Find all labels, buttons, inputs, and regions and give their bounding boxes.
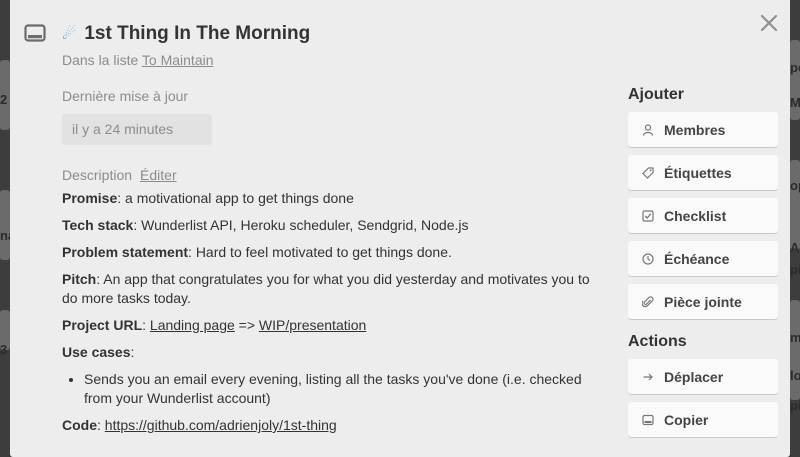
rocket-icon: ☄ <box>62 26 77 43</box>
attachment-label: Pièce jointe <box>664 293 742 310</box>
due-date-button[interactable]: Échéance <box>628 241 778 276</box>
card-icon <box>24 24 46 42</box>
bg-text: pi <box>790 398 800 413</box>
problem-label: Problem statement <box>62 244 189 260</box>
presentation-link[interactable]: WIP/presentation <box>259 317 366 333</box>
bg-text: 3 <box>0 342 8 357</box>
actions-section-title: Actions <box>628 333 687 350</box>
checklist-button[interactable]: Checklist <box>628 198 778 233</box>
promise-line: Promise: a motivational app to get thing… <box>62 189 602 208</box>
landing-page-link[interactable]: Landing page <box>150 317 235 333</box>
labels-label: Étiquettes <box>664 164 732 181</box>
list-item: Sends you an email every evening, listin… <box>84 370 602 408</box>
copy-label: Copier <box>664 411 709 428</box>
bg-text: pi <box>790 262 800 277</box>
members-label: Membres <box>664 121 726 138</box>
members-button[interactable]: Membres <box>628 112 778 147</box>
description-header: Description Éditer <box>62 167 602 183</box>
arrow-right-icon <box>640 371 656 383</box>
description-label: Description <box>62 167 133 183</box>
card-icon <box>640 414 656 426</box>
user-icon <box>640 123 656 136</box>
clock-icon <box>640 252 656 265</box>
use-cases-list: Sends you an email every evening, listin… <box>84 370 602 408</box>
url-arrow: => <box>234 317 259 333</box>
due-date-label: Échéance <box>664 250 730 267</box>
in-list-prefix: Dans la liste <box>62 52 139 68</box>
paperclip-icon <box>640 295 656 308</box>
promise-text: : a motivational app to get things done <box>117 190 354 206</box>
bg-text: 2 <box>0 92 8 107</box>
usecases-label: Use cases <box>62 344 131 360</box>
close-icon[interactable] <box>758 12 780 34</box>
pitch-line: Pitch: An app that congratulates you for… <box>62 270 602 308</box>
bg-card <box>790 160 800 250</box>
url-sep: : <box>142 317 150 333</box>
bg-text: op <box>790 178 800 193</box>
labels-button[interactable]: Étiquettes <box>628 155 778 190</box>
problem-text: : Hard to feel motivated to get things d… <box>188 244 452 260</box>
url-label: Project URL <box>62 317 143 333</box>
use-cases-heading: Use cases: <box>62 343 602 362</box>
pitch-text: : An app that congratulates you for what… <box>62 271 590 306</box>
card-main: Dernière mise à jour il y a 24 minutes D… <box>62 88 602 443</box>
tech-line: Tech stack: Wunderlist API, Heroku sched… <box>62 216 602 235</box>
add-section-title: Ajouter <box>628 86 684 103</box>
tech-text: : Wunderlist API, Heroku scheduler, Send… <box>133 217 469 233</box>
list-link[interactable]: To Maintain <box>142 52 214 68</box>
copy-button[interactable]: Copier <box>628 402 778 437</box>
checklist-label: Checklist <box>664 207 727 224</box>
tag-icon <box>640 166 656 179</box>
updated-label: Dernière mise à jour <box>62 88 189 104</box>
usecases-colon: : <box>130 344 135 360</box>
github-link[interactable]: https://github.com/adrienjoly/1st-thing <box>105 417 337 433</box>
card-title[interactable]: 1st Thing In The Morning <box>84 23 310 45</box>
code-label: Code <box>62 417 97 433</box>
bg-text: M <box>790 95 800 110</box>
move-label: Déplacer <box>664 368 724 385</box>
bg-text: m <box>790 330 800 345</box>
problem-line: Problem statement: Hard to feel motivate… <box>62 243 602 262</box>
tech-label: Tech stack <box>62 217 134 233</box>
bg-card <box>790 300 800 400</box>
pitch-label: Pitch <box>62 271 97 287</box>
bg-text: lo <box>790 368 800 383</box>
attachment-button[interactable]: Pièce jointe <box>628 284 778 319</box>
list-reference: Dans la liste To Maintain <box>62 52 214 68</box>
description-body: Promise: a motivational app to get thing… <box>62 189 602 435</box>
move-button[interactable]: Déplacer <box>628 359 778 394</box>
project-url-line: Project URL: Landing page => WIP/present… <box>62 316 602 335</box>
bg-text: pe <box>790 60 800 75</box>
bg-card <box>0 190 10 260</box>
promise-label: Promise <box>62 190 118 206</box>
code-sep: : <box>97 417 105 433</box>
card-sidebar: Ajouter Membres Étiquettes Checklist Éch… <box>628 86 778 445</box>
bg-text: Al <box>790 240 800 255</box>
checkbox-icon <box>640 209 656 222</box>
edit-description-link[interactable]: Éditer <box>140 167 177 183</box>
code-line: Code: https://github.com/adrienjoly/1st-… <box>62 416 602 435</box>
card-detail-modal: ☄ 1st Thing In The Morning Dans la liste… <box>10 0 790 457</box>
card-title-row: ☄ 1st Thing In The Morning <box>62 23 310 45</box>
updated-value: il y a 24 minutes <box>62 114 212 145</box>
